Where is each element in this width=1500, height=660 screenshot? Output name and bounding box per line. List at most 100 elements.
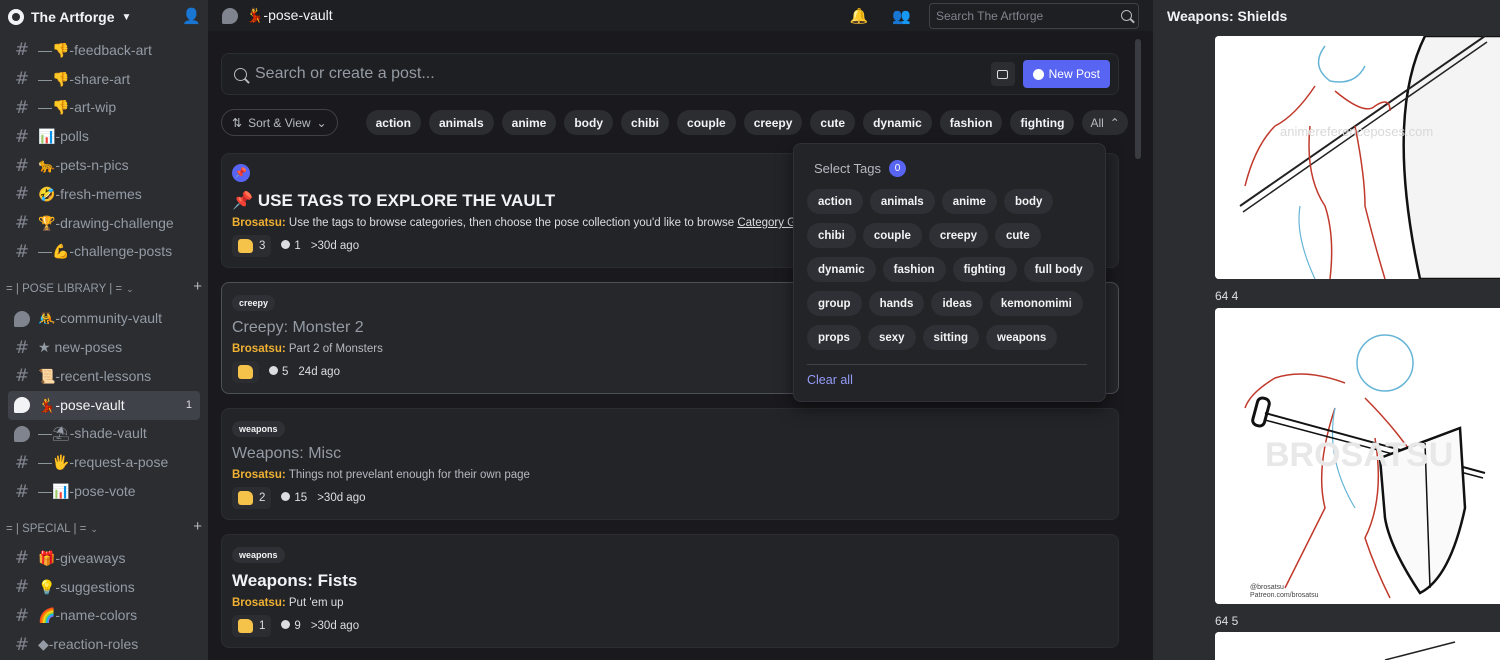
sidebar-channel[interactable]: # —🖐-request-a-pose	[8, 448, 200, 477]
forum-post[interactable]: weapons Weapons: Misc Brosatsu: Things not…	[221, 408, 1119, 520]
sidebar-channel[interactable]: # —👎-feedback-art	[8, 36, 200, 65]
sort-label: Sort & View	[248, 115, 311, 130]
post-tag: weapons	[232, 421, 285, 437]
sidebar-channel[interactable]: 💃-pose-vault 1	[8, 390, 200, 420]
sidebar-channel[interactable]: # —👎-share-art	[8, 65, 200, 94]
forum-post[interactable]: weapons Weapons: Fists Brosatsu: Put 'em u…	[221, 534, 1119, 648]
new-post-button[interactable]: New Post	[1022, 60, 1110, 88]
hash-icon: #	[14, 634, 30, 655]
tag-option[interactable]: full body	[1023, 257, 1094, 282]
sidebar-channel[interactable]: # 💡-suggestions	[8, 573, 200, 602]
tag-filter-chip[interactable]: creepy	[743, 110, 803, 135]
tag-option[interactable]: hands	[868, 291, 925, 316]
reaction-count: 2	[259, 492, 266, 504]
channel-header: 💃-pose-vault 🔔 👥	[208, 0, 1153, 31]
post-search-input[interactable]	[255, 65, 983, 83]
tag-option[interactable]: cute	[995, 223, 1041, 248]
tag-filter-chip[interactable]: anime	[501, 110, 557, 135]
media-view-icon[interactable]	[990, 62, 1015, 86]
forum-channel: 💃-pose-vault 🔔 👥 New Post ⇅	[208, 0, 1153, 660]
reaction-button[interactable]: 1	[232, 615, 272, 637]
post-author[interactable]: Brosatsu	[232, 597, 282, 609]
sidebar-channel[interactable]: 🤼-community-vault	[8, 304, 200, 333]
sidebar-channel[interactable]: —⛱-shade-vault	[8, 420, 200, 449]
scrollbar[interactable]	[1135, 39, 1141, 159]
post-author[interactable]: Brosatsu	[232, 217, 282, 229]
pose-image[interactable]: BROSATSU @brosatsu Patreon.com/brosatsu	[1215, 308, 1500, 604]
post-search-bar[interactable]: New Post	[221, 53, 1119, 95]
hash-icon: #	[14, 241, 30, 262]
server-search[interactable]	[929, 2, 1139, 29]
sidebar-channel[interactable]: # 🤣-fresh-memes	[8, 180, 200, 209]
sidebar-channel[interactable]: # ★ new-poses	[8, 333, 200, 362]
unread-badge: 1	[185, 399, 192, 412]
channel-label: 📊-polls	[38, 128, 89, 145]
sidebar-channel[interactable]: # —📊-pose-vote	[8, 477, 200, 506]
sidebar-channel[interactable]: # 🐆-pets-n-pics	[8, 151, 200, 180]
category-pose-library[interactable]: = | POSE LIBRARY | = ⌄ +	[0, 268, 208, 302]
tag-option[interactable]: body	[1003, 189, 1054, 214]
watermark-text: BROSATSU	[1265, 436, 1453, 474]
server-header[interactable]: The Artforge ▼ 👤	[0, 0, 208, 34]
comment-count-value: 1	[294, 240, 301, 252]
pose-image[interactable]	[1215, 632, 1500, 660]
tag-option[interactable]: ideas	[931, 291, 983, 316]
sidebar-channel[interactable]: # 🏆-drawing-challenge	[8, 209, 200, 238]
members-icon[interactable]: 👥	[892, 7, 911, 25]
tag-filter-chip[interactable]: fashion	[939, 110, 1003, 135]
add-channel-icon[interactable]: +	[193, 278, 202, 295]
tag-option[interactable]: sitting	[922, 325, 980, 350]
server-search-input[interactable]	[936, 8, 1117, 23]
post-title: Weapons: Fists	[232, 571, 358, 590]
tag-option[interactable]: fighting	[952, 257, 1017, 282]
tag-option[interactable]: weapons	[986, 325, 1058, 350]
sidebar-channel[interactable]: # 🎁-giveaways	[8, 544, 200, 573]
clear-all-button[interactable]: Clear all	[807, 373, 853, 387]
post-author[interactable]: Brosatsu	[232, 469, 282, 481]
category-special[interactable]: = | SPECIAL | = ⌄ +	[0, 508, 208, 542]
selected-count-badge: 0	[888, 160, 906, 177]
channel-label: 🤣-fresh-memes	[38, 185, 142, 202]
tag-option[interactable]: creepy	[928, 223, 988, 248]
tag-option[interactable]: group	[807, 291, 862, 316]
all-tags-button[interactable]: All ⌃	[1082, 110, 1128, 135]
hash-icon: #	[14, 155, 30, 176]
tag-filter-chip[interactable]: dynamic	[863, 110, 932, 135]
tag-option[interactable]: animals	[869, 189, 935, 214]
add-member-icon[interactable]: 👤	[182, 8, 201, 26]
post-tag: weapons	[232, 547, 285, 563]
tag-option[interactable]: props	[807, 325, 861, 350]
tag-option[interactable]: anime	[941, 189, 997, 214]
tag-option[interactable]: action	[807, 189, 863, 214]
tag-option[interactable]: couple	[862, 223, 922, 248]
tag-filter-chip[interactable]: fighting	[1010, 110, 1075, 135]
tag-filter-row: ⇅ Sort & View ⌄ action animals anime body ch…	[221, 109, 1128, 136]
tag-option[interactable]: chibi	[807, 223, 856, 248]
sidebar-channel[interactable]: # —💪-challenge-posts	[8, 238, 200, 267]
tag-option[interactable]: kemonomimi	[989, 291, 1083, 316]
sidebar-channel[interactable]: # ◆-reaction-roles	[8, 630, 200, 659]
reaction-button[interactable]: 2	[232, 487, 272, 509]
tag-option[interactable]: sexy	[867, 325, 916, 350]
tag-filter-chip[interactable]: animals	[428, 110, 494, 135]
sort-view-button[interactable]: ⇅ Sort & View ⌄	[221, 109, 338, 136]
tag-filter-chip[interactable]: cute	[810, 110, 856, 135]
tag-filter-chip[interactable]: couple	[677, 110, 736, 135]
sidebar-channel[interactable]: # 🌈-name-colors	[8, 602, 200, 631]
sidebar-channel[interactable]: # 📊-polls	[8, 122, 200, 151]
reaction-button[interactable]	[232, 361, 259, 383]
bell-icon[interactable]: 🔔	[850, 7, 869, 25]
pose-image[interactable]: animereferenceposes.com	[1215, 36, 1500, 279]
tag-filter-chip[interactable]: action	[365, 110, 421, 135]
tag-filter-chip[interactable]: body	[564, 110, 614, 135]
add-channel-icon[interactable]: +	[193, 518, 202, 535]
chevron-down-icon: ⌄	[90, 523, 98, 534]
sidebar-channel[interactable]: # —👎-art-wip	[8, 94, 200, 123]
tag-filter-chip[interactable]: chibi	[621, 110, 670, 135]
sidebar-channel[interactable]: # 📜-recent-lessons	[8, 362, 200, 391]
reaction-button[interactable]: 3	[232, 235, 272, 257]
hash-icon: #	[14, 577, 30, 598]
post-author[interactable]: Brosatsu	[232, 343, 282, 355]
tag-option[interactable]: fashion	[882, 257, 946, 282]
tag-option[interactable]: dynamic	[807, 257, 876, 282]
